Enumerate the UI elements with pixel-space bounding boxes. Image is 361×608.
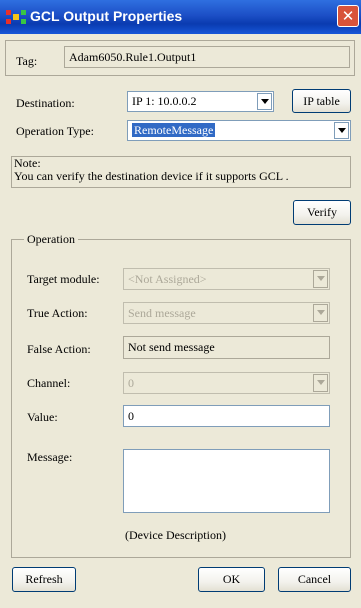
verify-button[interactable]: Verify (293, 200, 351, 225)
true-action-select[interactable]: Send message (123, 302, 330, 324)
channel-value: 0 (128, 376, 134, 390)
operation-legend: Operation (24, 232, 78, 247)
tag-value: Adam6050.Rule1.Output1 (64, 46, 350, 68)
destination-value: IP 1: 10.0.0.2 (132, 94, 197, 108)
device-description: (Device Description) (125, 528, 226, 542)
destination-select[interactable]: IP 1: 10.0.0.2 (127, 91, 274, 112)
operation-type-value: RemoteMessage (132, 123, 216, 137)
destination-label: Destination: (16, 96, 75, 110)
window-title: GCL Output Properties (30, 8, 183, 24)
message-label: Message: (27, 450, 73, 464)
operation-type-label: Operation Type: (16, 124, 94, 138)
channel-label: Channel: (27, 376, 71, 390)
operation-type-select[interactable]: RemoteMessage (127, 120, 351, 141)
close-button[interactable]: ✕ (337, 5, 359, 27)
target-module-select[interactable]: <Not Assigned> (123, 268, 330, 290)
false-action-value: Not send message (123, 336, 330, 359)
value-label: Value: (27, 410, 58, 424)
close-icon: ✕ (341, 7, 355, 25)
channel-select[interactable]: 0 (123, 372, 330, 394)
cancel-button[interactable]: Cancel (278, 567, 351, 592)
gcl-logo-icon (6, 10, 26, 24)
ip-table-button[interactable]: IP table (292, 89, 351, 113)
message-textarea[interactable] (123, 449, 330, 513)
target-module-label: Target module: (27, 272, 100, 286)
target-module-value: <Not Assigned> (128, 272, 207, 286)
chevron-down-icon (313, 270, 328, 288)
tag-label: Tag: (16, 54, 38, 68)
true-action-label: True Action: (27, 306, 88, 320)
refresh-button[interactable]: Refresh (12, 567, 76, 592)
true-action-value: Send message (128, 306, 196, 320)
value-input[interactable]: 0 (123, 405, 330, 427)
chevron-down-icon (313, 374, 328, 392)
note-text: You can verify the destination device if… (14, 169, 289, 183)
title-bar[interactable]: GCL Output Properties ✕ (0, 0, 361, 34)
chevron-down-icon (313, 304, 328, 322)
false-action-label: False Action: (27, 342, 91, 356)
chevron-down-icon[interactable] (334, 122, 349, 139)
ok-button[interactable]: OK (198, 567, 265, 592)
chevron-down-icon[interactable] (257, 93, 272, 110)
